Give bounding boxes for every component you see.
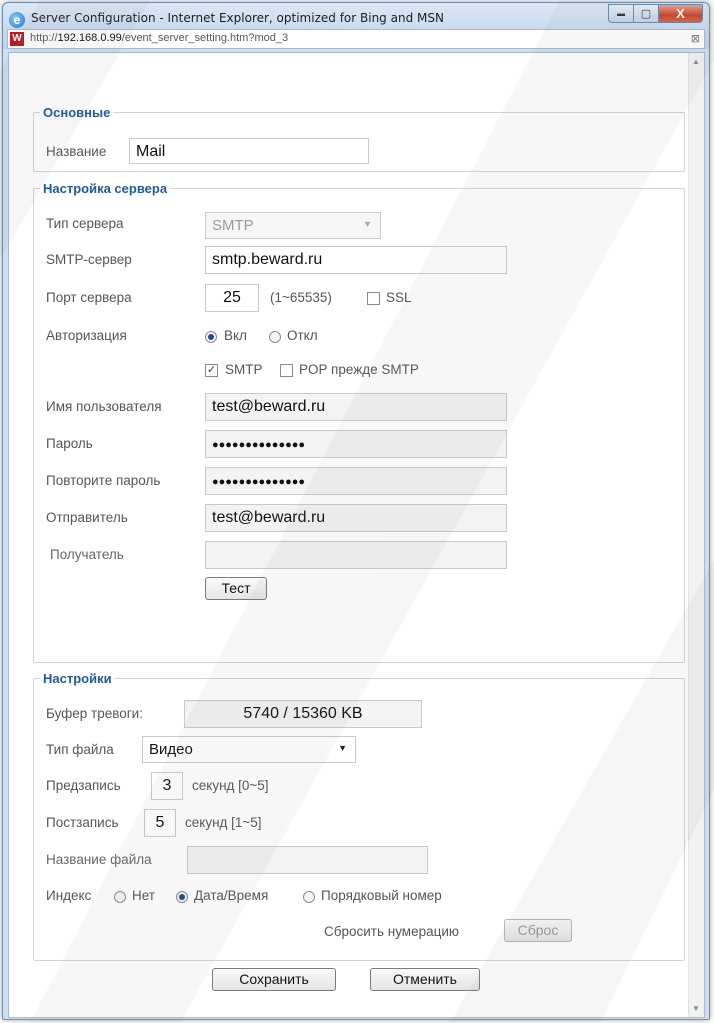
- file-name-input[interactable]: [187, 846, 428, 874]
- maximize-button[interactable]: ▢: [633, 4, 659, 23]
- file-name-label: Название файла: [46, 852, 152, 867]
- auth-off-radio[interactable]: [269, 331, 281, 343]
- smtp-auth-checkbox[interactable]: ✓: [205, 364, 218, 377]
- smtp-server-input[interactable]: smtp.beward.ru: [205, 246, 507, 274]
- window-title: Server Configuration - Internet Explorer…: [31, 11, 444, 25]
- pre-record-input[interactable]: 3: [151, 772, 183, 800]
- scroll-down-icon[interactable]: ▼: [692, 1004, 700, 1013]
- chevron-down-icon: ▼: [338, 743, 347, 753]
- post-record-unit: секунд [1~5]: [185, 815, 262, 830]
- index-none-label: Нет: [132, 888, 155, 903]
- repeat-password-label: Повторите пароль: [46, 473, 161, 488]
- auth-on-label: Вкл: [224, 328, 247, 343]
- repeat-password-input[interactable]: ●●●●●●●●●●●●●●: [205, 467, 507, 495]
- port-range-label: (1~65535): [270, 290, 332, 305]
- chevron-down-icon: ▼: [363, 219, 372, 229]
- ssl-label: SSL: [386, 290, 412, 305]
- alarm-buffer-label: Буфер тревоги:: [46, 706, 143, 721]
- basic-legend: Основные: [43, 105, 111, 120]
- index-datetime-radio[interactable]: [176, 891, 188, 903]
- file-type-label: Тип файла: [46, 742, 114, 757]
- page-content: Основные Название Mail Настройка сервера…: [8, 52, 705, 1018]
- auth-on-radio[interactable]: [205, 331, 217, 343]
- server-section: Настройка сервера Тип сервера SMTP ▼ SMT…: [33, 181, 685, 663]
- sender-input[interactable]: test@beward.ru: [205, 504, 507, 532]
- reset-numbering-label: Сбросить нумерацию: [324, 924, 460, 939]
- file-type-select[interactable]: Видео ▼: [142, 736, 356, 763]
- url-host: 192.168.0.99: [57, 32, 122, 44]
- minimize-icon: ▬: [617, 9, 625, 18]
- server-port-input[interactable]: 25: [205, 284, 259, 312]
- scroll-up-icon[interactable]: ▲: [692, 57, 700, 66]
- index-datetime-label: Дата/Время: [194, 888, 269, 903]
- server-port-label: Порт сервера: [46, 290, 132, 305]
- pop-before-smtp-label: POP прежде SMTP: [299, 362, 419, 377]
- close-icon: X: [676, 6, 685, 21]
- file-type-value: Видео: [149, 741, 193, 758]
- settings-legend: Настройки: [43, 671, 112, 686]
- pre-record-unit: секунд [0~5]: [192, 778, 269, 793]
- url-path: /event_server_setting.htm?mod_3: [121, 32, 289, 44]
- cancel-button[interactable]: Отменить: [370, 968, 480, 991]
- browser-window: e Server Configuration - Internet Explor…: [2, 2, 710, 1020]
- username-input[interactable]: test@beward.ru: [205, 393, 507, 421]
- index-label: Индекс: [46, 888, 92, 903]
- password-label: Пароль: [46, 436, 93, 451]
- index-serial-radio[interactable]: [303, 891, 315, 903]
- window-controls: ▬ ▢ X: [608, 4, 703, 23]
- maximize-icon: ▢: [640, 8, 652, 20]
- ssl-checkbox[interactable]: [367, 292, 380, 305]
- name-input[interactable]: Mail: [129, 138, 369, 164]
- vertical-scrollbar[interactable]: ▲ ▼: [688, 53, 704, 1017]
- auth-label: Авторизация: [46, 328, 127, 343]
- server-type-select[interactable]: SMTP ▼: [205, 212, 381, 239]
- index-none-radio[interactable]: [114, 891, 126, 903]
- internet-explorer-icon: e: [9, 12, 25, 28]
- username-label: Имя пользователя: [46, 399, 162, 414]
- minimize-button[interactable]: ▬: [608, 4, 634, 23]
- sender-label: Отправитель: [46, 510, 128, 525]
- name-label: Название: [46, 144, 107, 159]
- reset-button[interactable]: Сброс: [504, 919, 572, 942]
- server-type-value: SMTP: [212, 217, 254, 234]
- test-button[interactable]: Тест: [205, 577, 267, 600]
- index-serial-label: Порядковый номер: [321, 888, 442, 903]
- url-prefix: http://: [30, 32, 58, 44]
- save-button[interactable]: Сохранить: [212, 968, 336, 991]
- smtp-server-label: SMTP-сервер: [46, 252, 132, 267]
- compatibility-view-icon[interactable]: ⊠: [691, 32, 700, 45]
- post-record-input[interactable]: 5: [144, 809, 176, 837]
- server-type-label: Тип сервера: [46, 216, 124, 231]
- settings-section: Настройки Буфер тревоги: 5740 / 15360 KB…: [33, 671, 685, 961]
- recipient-label: Получатель: [50, 547, 124, 562]
- server-legend: Настройка сервера: [43, 181, 168, 196]
- address-bar[interactable]: W http://192.168.0.99/event_server_setti…: [7, 29, 705, 49]
- checkmark-icon: ✓: [206, 364, 217, 376]
- title-bar: e Server Configuration - Internet Explor…: [3, 3, 709, 49]
- basic-section: Основные Название Mail: [33, 105, 685, 172]
- close-button[interactable]: X: [658, 4, 703, 23]
- url-text: http://192.168.0.99/event_server_setting…: [30, 32, 288, 44]
- recipient-input[interactable]: [205, 541, 507, 569]
- auth-off-label: Откл: [287, 328, 318, 343]
- pre-record-label: Предзапись: [46, 778, 121, 793]
- alarm-buffer-value: 5740 / 15360 KB: [184, 700, 422, 728]
- post-record-label: Постзапись: [46, 815, 119, 830]
- pop-before-smtp-checkbox[interactable]: [280, 364, 293, 377]
- beward-favicon-icon: W: [10, 32, 24, 46]
- smtp-auth-label: SMTP: [225, 362, 263, 377]
- password-input[interactable]: ●●●●●●●●●●●●●●: [205, 430, 507, 458]
